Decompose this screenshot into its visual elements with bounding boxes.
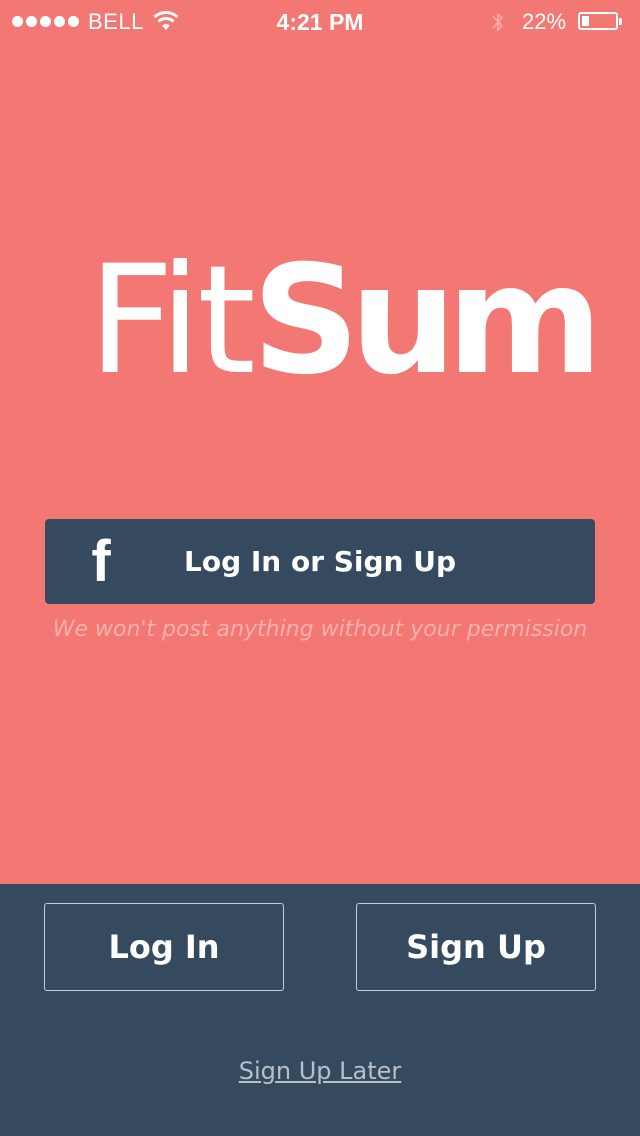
battery-fill: [582, 16, 589, 26]
facebook-icon: f: [91, 529, 111, 594]
logo-text-bold: Sum: [251, 234, 603, 408]
app-logo: FitSum: [88, 246, 603, 396]
status-bar: BELL 4:21 PM 22%: [0, 0, 640, 44]
permission-note: We won't post anything without your perm…: [52, 617, 588, 642]
logo-text-light: Fit: [88, 234, 256, 408]
screen: BELL 4:21 PM 22% FitSum f Log In or Sign…: [0, 0, 640, 1136]
sign-up-button[interactable]: Sign Up: [356, 903, 596, 991]
facebook-login-button[interactable]: [45, 519, 595, 604]
battery-percent: 22%: [522, 9, 567, 34]
sign-up-later-link[interactable]: Sign Up Later: [0, 1054, 640, 1088]
bluetooth-icon: [492, 13, 503, 31]
battery-icon: [578, 12, 622, 30]
log-in-button[interactable]: Log In: [44, 903, 284, 991]
